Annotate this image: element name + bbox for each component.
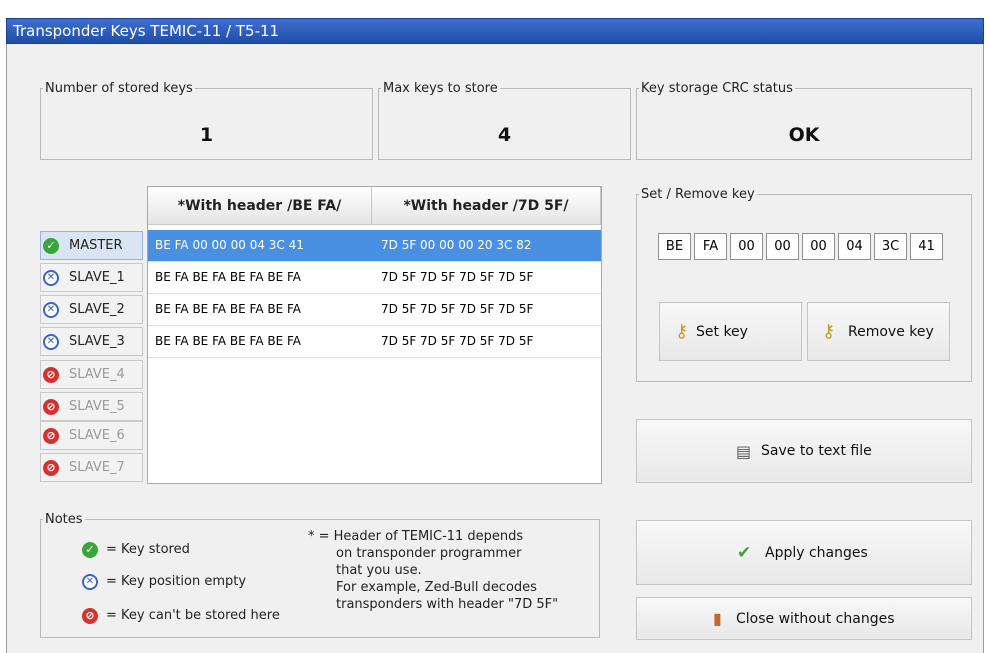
slot-label: SLAVE_3 [69,334,125,349]
check-circle-icon: ✓ [82,542,98,558]
table-cell: 7D 5F 7D 5F 7D 5F 7D 5F [381,270,534,284]
table-cell: 7D 5F 7D 5F 7D 5F 7D 5F [381,302,534,316]
slot-slave-5: ⊘ SLAVE_5 [40,392,143,421]
note-key-empty: = Key position empty [106,574,247,589]
note-key-stored: = Key stored [106,542,190,557]
slot-label: SLAVE_2 [69,302,125,317]
key-byte-6-input[interactable]: 04 [838,233,871,260]
slot-label: SLAVE_7 [69,460,125,475]
max-keys-group: Max keys to store 4 [378,81,631,160]
column-header-7d-5f[interactable]: *With header /7D 5F/ [372,187,601,225]
table-cell: BE FA BE FA BE FA BE FA [155,334,301,348]
table-row[interactable]: BE FA BE FA BE FA BE FA 7D 5F 7D 5F 7D 5… [148,326,601,358]
set-remove-label: Set / Remove key [641,187,755,202]
slot-slave-7: ⊘ SLAVE_7 [40,453,143,482]
key-add-icon: ⚷ [675,321,689,342]
key-byte-8-input[interactable]: 41 [910,233,943,260]
close-without-changes-label: Close without changes [736,610,895,627]
key-byte-5-input[interactable]: 00 [802,233,835,260]
key-byte-1-input[interactable]: BE [658,233,691,260]
notes-label: Notes [45,512,83,527]
table-cell: BE FA BE FA BE FA BE FA [155,270,301,284]
table-row[interactable]: BE FA BE FA BE FA BE FA 7D 5F 7D 5F 7D 5… [148,262,601,294]
slot-slave-3[interactable]: ✕ SLAVE_3 [40,327,143,356]
max-keys-label: Max keys to store [383,81,498,96]
window-title-bar[interactable]: Transponder Keys TEMIC-11 / T5-11 [6,18,984,44]
crc-status-value: OK [788,124,820,146]
x-circle-icon: ✕ [82,574,98,590]
no-entry-icon: ⊘ [43,399,59,415]
slot-slave-6: ⊘ SLAVE_6 [40,421,143,450]
stored-keys-group: Number of stored keys 1 [40,81,373,160]
document-icon: ▤ [736,441,752,461]
max-keys-value: 4 [497,124,512,146]
no-entry-icon: ⊘ [43,367,59,383]
apply-changes-label: Apply changes [765,544,868,561]
key-byte-2-input[interactable]: FA [694,233,727,260]
slot-master[interactable]: ✓ MASTER [40,231,143,260]
table-row[interactable]: BE FA BE FA BE FA BE FA 7D 5F 7D 5F 7D 5… [148,294,601,326]
exit-door-icon: ▮ [713,609,722,628]
table-cell: 7D 5F 7D 5F 7D 5F 7D 5F [381,334,534,348]
close-without-changes-button[interactable]: ▮ Close without changes [636,597,972,640]
key-byte-3-input[interactable]: 00 [730,233,763,260]
slot-label: SLAVE_5 [69,399,125,414]
set-key-label: Set key [696,323,748,340]
slot-slave-4: ⊘ SLAVE_4 [40,360,143,389]
slot-label: SLAVE_6 [69,428,125,443]
remove-key-button[interactable]: ⚷ Remove key [807,302,950,361]
note-footnote-line-3: that you use. [336,563,422,578]
note-footnote-line-2: on transponder programmer [336,546,522,561]
save-to-text-file-label: Save to text file [761,443,872,459]
crc-status-group: Key storage CRC status OK [636,81,972,160]
key-byte-7-input[interactable]: 3C [874,233,907,260]
apply-changes-button[interactable]: ✔ Apply changes [636,520,972,585]
checkmark-icon: ✔ [737,542,752,563]
slot-label: SLAVE_1 [69,270,125,285]
x-circle-icon: ✕ [43,270,59,286]
table-cell: BE FA BE FA BE FA BE FA [155,302,301,316]
save-to-text-file-button[interactable]: ▤ Save to text file [636,419,972,483]
crc-status-label: Key storage CRC status [641,81,793,96]
set-key-button[interactable]: ⚷ Set key [659,302,802,361]
slot-slave-1[interactable]: ✕ SLAVE_1 [40,263,143,292]
note-key-cant: = Key can't be stored here [106,608,280,623]
table-row[interactable]: BE FA 00 00 00 04 3C 41 7D 5F 00 00 00 2… [148,230,601,262]
window-title: Transponder Keys TEMIC-11 / T5-11 [13,22,280,40]
no-entry-icon: ⊘ [43,460,59,476]
check-circle-icon: ✓ [43,238,59,254]
stored-keys-label: Number of stored keys [45,81,193,96]
table-cell: BE FA 00 00 00 04 3C 41 [155,238,304,252]
key-byte-4-input[interactable]: 00 [766,233,799,260]
no-entry-icon: ⊘ [82,608,98,624]
note-footnote-line-1: * = Header of TEMIC-11 depends [308,529,524,544]
table-cell: 7D 5F 00 00 00 20 3C 82 [381,238,532,252]
column-header-be-fa[interactable]: *With header /BE FA/ [148,187,372,225]
slot-slave-2[interactable]: ✕ SLAVE_2 [40,295,143,324]
no-entry-icon: ⊘ [43,428,59,444]
note-footnote-line-5: transponders with header "7D 5F" [336,597,559,612]
x-circle-icon: ✕ [43,302,59,318]
slot-label: MASTER [69,238,123,253]
keys-table[interactable]: *With header /BE FA/ *With header /7D 5F… [147,186,602,484]
x-circle-icon: ✕ [43,334,59,350]
stored-keys-value: 1 [199,124,214,146]
slot-label: SLAVE_4 [69,367,125,382]
note-footnote-line-4: For example, Zed-Bull decodes [336,580,537,595]
key-remove-icon: ⚷ [822,321,836,342]
remove-key-label: Remove key [848,323,934,340]
